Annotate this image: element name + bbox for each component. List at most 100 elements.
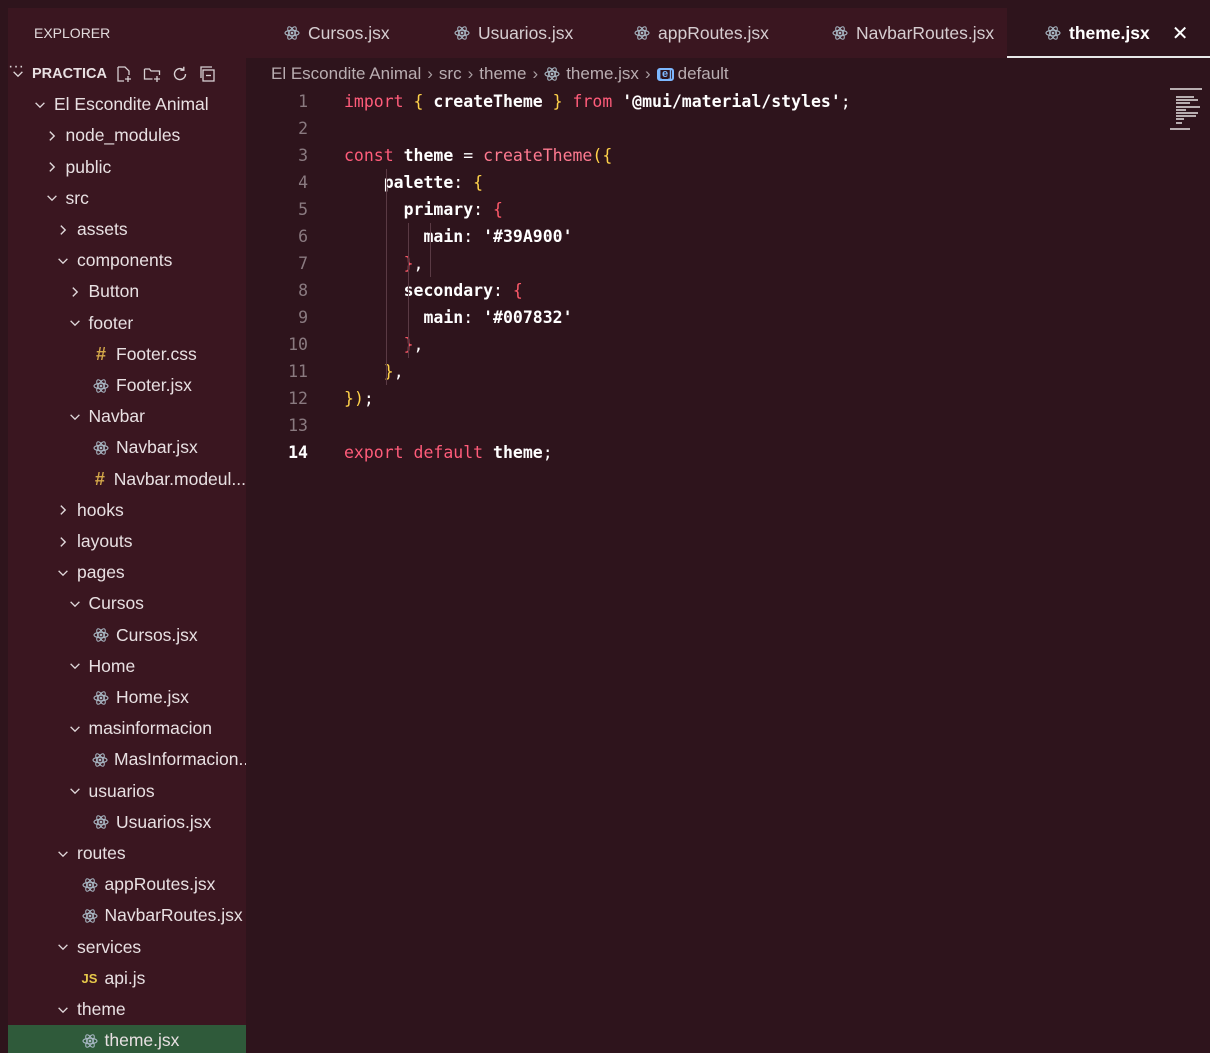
minimap-line — [1176, 118, 1184, 121]
tab-navbarroutes-jsx[interactable]: NavbarRoutes.jsx — [794, 8, 1007, 58]
tree-folder[interactable]: public — [8, 152, 246, 183]
tree-file[interactable]: Navbar.jsx — [8, 432, 246, 463]
react-file-icon — [454, 26, 470, 40]
chevron-down-icon — [69, 663, 80, 670]
minimap-line — [1170, 128, 1190, 130]
tree-item-label: pages — [77, 562, 125, 583]
tree-folder[interactable]: Button — [8, 276, 246, 307]
tree-folder[interactable]: Navbar — [8, 401, 246, 432]
tree-file[interactable]: Home.jsx — [8, 682, 246, 713]
tree-folder[interactable]: services — [8, 932, 246, 963]
breadcrumb-item[interactable]: theme.jsx — [544, 64, 639, 84]
tree-file[interactable]: Usuarios.jsx — [8, 807, 246, 838]
close-tab-icon[interactable]: ✕ — [1172, 21, 1189, 46]
line-number: 14 — [288, 443, 308, 462]
react-file-icon — [93, 441, 109, 455]
tab-usuarios-jsx[interactable]: Usuarios.jsx — [416, 8, 596, 58]
react-file-icon — [1045, 26, 1061, 40]
tree-item-label: layouts — [77, 531, 133, 551]
collapse-all-icon[interactable] — [199, 65, 217, 83]
breadcrumb-item[interactable]: theme — [479, 64, 526, 84]
chevron-down-icon — [58, 570, 68, 576]
code-line[interactable]: 9 main: '#007832' — [246, 304, 1146, 331]
breadcrumb-item[interactable]: [e] default — [656, 64, 729, 84]
css-file-icon: # — [94, 468, 105, 489]
tree-folder[interactable]: masinformacion — [8, 713, 246, 744]
tree-folder[interactable]: assets — [8, 214, 246, 245]
minimap[interactable] — [1170, 88, 1206, 148]
code-line[interactable]: 4 palette: { — [246, 169, 1146, 196]
code-line[interactable]: 11 }, — [246, 358, 1146, 385]
code-line[interactable]: 5 primary: { — [246, 196, 1146, 223]
tree-folder[interactable]: components — [8, 245, 246, 276]
code-line[interactable]: 3 const theme = createTheme({ — [246, 142, 1146, 169]
chevron-down-icon — [58, 258, 68, 264]
tree-file[interactable]: Footer.jsx — [8, 370, 246, 401]
tab-cursos-jsx[interactable]: Cursos.jsx — [246, 8, 416, 58]
tree-item-label: components — [77, 250, 173, 271]
react-file-icon — [544, 67, 560, 81]
explorer-header: EXPLORER — [8, 8, 246, 58]
tab-label: appRoutes.jsx — [658, 22, 769, 43]
code-line[interactable]: 12}); — [246, 385, 1146, 412]
tree-item-label: footer — [88, 312, 134, 333]
refresh-icon[interactable] — [171, 65, 189, 83]
tree-folder[interactable]: usuarios — [8, 776, 246, 807]
tree-folder[interactable]: theme — [8, 994, 246, 1025]
code-line[interactable]: 14 export default theme; — [246, 439, 1146, 466]
tree-file[interactable]: # Navbar.modeul... — [8, 464, 246, 495]
tree-file[interactable]: # Footer.css — [8, 339, 246, 370]
line-number: 13 — [288, 416, 308, 435]
tree-item-label: NavbarRoutes.jsx — [104, 905, 243, 926]
section-label: PRACTICA — [32, 65, 107, 82]
tree-file[interactable]: appRoutes.jsx — [8, 869, 246, 900]
minimap-line — [1176, 121, 1182, 124]
tree-file[interactable]: JS api.js — [8, 963, 246, 994]
tree-file[interactable]: NavbarRoutes.jsx — [8, 900, 246, 931]
tree-file[interactable]: Cursos.jsx — [8, 620, 246, 651]
breadcrumb: El Escondite Animal › src › theme › theme.jsx… — [271, 62, 729, 86]
tree-item-label: Cursos — [88, 593, 144, 614]
tree-item-label: src — [65, 187, 89, 208]
code-text: secondary: { — [403, 281, 523, 300]
code-line[interactable]: 13 — [246, 412, 1146, 439]
explorer-section-practica[interactable]: PRACTICA — [8, 58, 246, 89]
code-line[interactable]: 1 import { createTheme } from '@mui/mater… — [246, 88, 1146, 115]
tree-folder[interactable]: node_modules — [8, 120, 246, 151]
new-file-icon[interactable] — [115, 65, 133, 83]
tab-label: Cursos.jsx — [308, 22, 390, 43]
code-line[interactable]: 6 main: '#39A900' — [246, 223, 1146, 250]
chevron-down-icon — [69, 320, 80, 327]
tree-folder[interactable]: routes — [8, 838, 246, 869]
line-number: 10 — [288, 335, 308, 354]
tree-folder[interactable]: footer — [8, 308, 246, 339]
tab-approutes-jsx[interactable]: appRoutes.jsx — [596, 8, 794, 58]
code-line[interactable]: 7 }, — [246, 250, 1146, 277]
chevron-down-icon — [58, 1006, 68, 1013]
tree-folder[interactable]: pages — [8, 557, 246, 588]
code-line[interactable]: 8 secondary: { — [246, 277, 1146, 304]
tree-file[interactable]: MasInformacion... — [8, 744, 246, 775]
tab-label: Usuarios.jsx — [478, 22, 574, 43]
line-number: 9 — [298, 308, 308, 327]
breadcrumb-item[interactable]: El Escondite Animal — [271, 64, 421, 84]
tree-folder[interactable]: El Escondite Animal — [8, 89, 246, 120]
new-folder-icon[interactable] — [143, 65, 161, 83]
tree-folder[interactable]: hooks — [8, 495, 246, 526]
code-editor[interactable]: 1 import { createTheme } from '@mui/mater… — [246, 88, 1210, 1053]
code-text: }, — [404, 254, 424, 273]
chevron-right-icon: › — [427, 64, 433, 83]
code-line[interactable]: 2 — [246, 115, 1146, 142]
breadcrumb-label: theme — [479, 64, 527, 83]
line-number: 6 — [298, 227, 308, 246]
tree-folder[interactable]: Home — [8, 651, 246, 682]
tree-file[interactable]: theme.jsx — [8, 1025, 246, 1053]
tree-item-label: theme.jsx — [104, 1030, 180, 1051]
tree-folder[interactable]: src — [8, 183, 246, 214]
code-line[interactable]: 10 }, — [246, 331, 1146, 358]
tree-folder[interactable]: Cursos — [8, 588, 246, 619]
tree-folder[interactable]: layouts — [8, 526, 246, 557]
tab-theme-jsx[interactable]: theme.jsx ✕ — [1007, 8, 1210, 58]
chevron-down-icon — [69, 726, 80, 732]
breadcrumb-item[interactable]: src — [439, 64, 462, 84]
